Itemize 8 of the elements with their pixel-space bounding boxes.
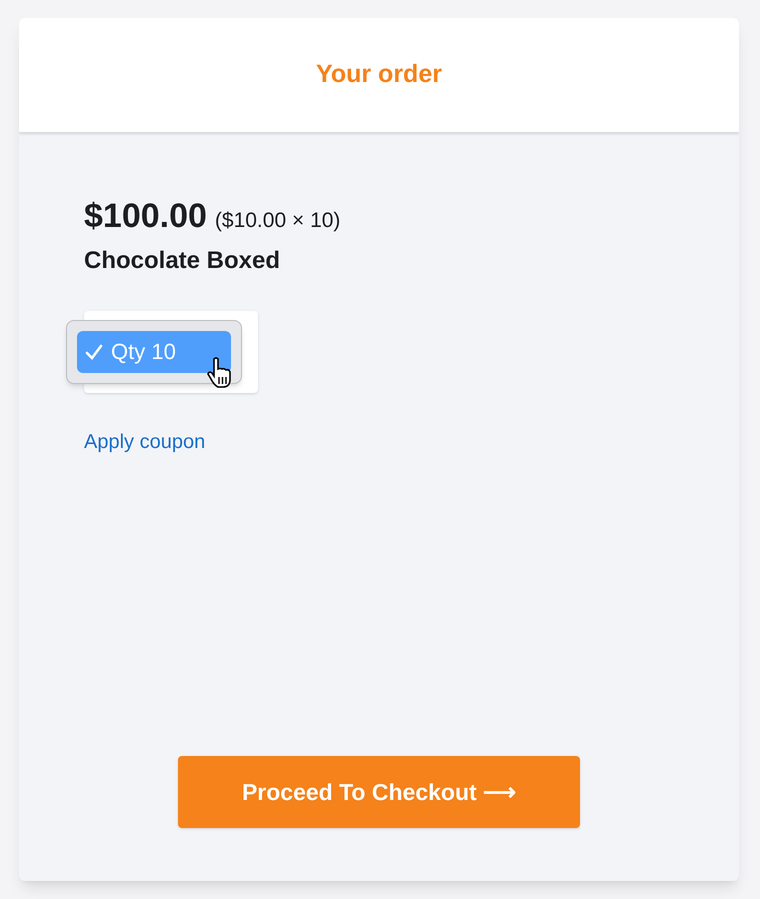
apply-coupon-link[interactable]: Apply coupon — [84, 426, 206, 456]
price-breakdown: ($10.00 × 10) — [214, 208, 340, 234]
total-price: $100.00 — [84, 199, 207, 233]
check-icon — [85, 342, 103, 360]
checkout-button[interactable]: Proceed To Checkout ⟶ — [178, 756, 580, 828]
order-title: Your order — [316, 59, 442, 90]
hand-cursor-icon — [207, 356, 233, 388]
product-name: Chocolate Boxed — [84, 246, 280, 276]
